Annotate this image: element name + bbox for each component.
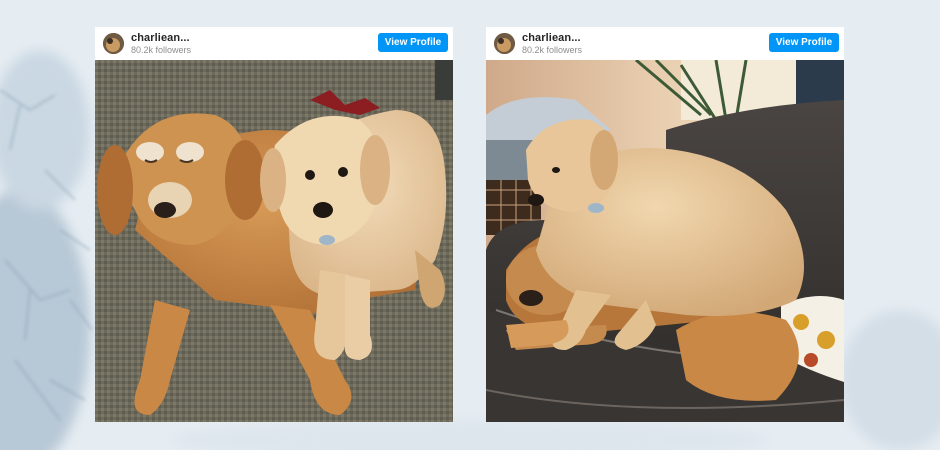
follower-count: 80.2k followers bbox=[522, 45, 583, 55]
instagram-embed-card: charliean... 80.2k followers View Profil… bbox=[95, 27, 453, 422]
username[interactable]: charliean... bbox=[131, 32, 190, 44]
post-photo[interactable] bbox=[95, 60, 453, 422]
username[interactable]: charliean... bbox=[522, 32, 581, 44]
instagram-embed-card: charliean... 80.2k followers View Profil… bbox=[486, 27, 844, 422]
follower-count: 80.2k followers bbox=[131, 45, 192, 55]
dogs-on-rug-image bbox=[95, 60, 453, 422]
view-profile-button[interactable]: View Profile bbox=[378, 33, 448, 52]
dogs-on-couch-image bbox=[486, 60, 844, 422]
post-photo[interactable] bbox=[486, 60, 844, 422]
view-profile-button[interactable]: View Profile bbox=[769, 33, 839, 52]
avatar[interactable] bbox=[103, 33, 124, 54]
card-header: charliean... 80.2k followers View Profil… bbox=[486, 27, 844, 60]
card-header: charliean... 80.2k followers View Profil… bbox=[95, 27, 453, 60]
avatar[interactable] bbox=[494, 33, 515, 54]
